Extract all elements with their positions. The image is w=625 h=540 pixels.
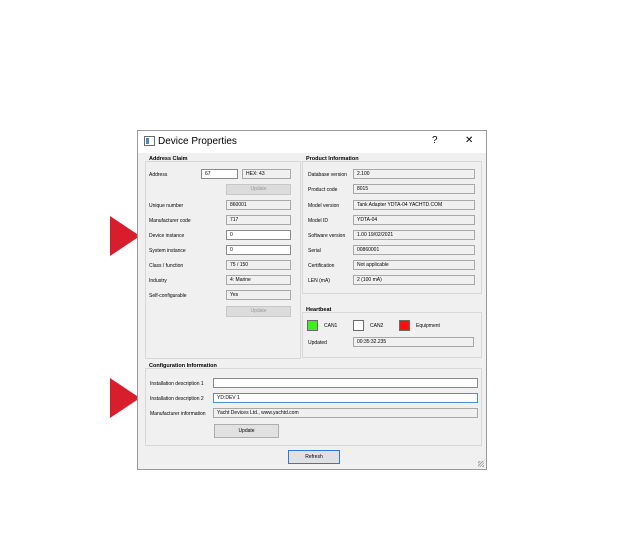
can2-indicator [353, 320, 364, 331]
installation-description-2-label: Installation description 2 [150, 396, 204, 402]
system-instance-label: System instance [149, 248, 186, 254]
software-version-label: Software version [308, 233, 346, 239]
address-input[interactable]: 67 [201, 169, 238, 179]
window-icon [144, 136, 155, 146]
device-properties-dialog: Device Properties ? ✕ Address Claim Addr… [137, 130, 487, 470]
unique-number-field: 860001 [226, 200, 291, 210]
heartbeat-updated-label: Updated [308, 340, 327, 346]
heartbeat-group [302, 312, 482, 358]
software-version-field: 1.00 19/02/2021 [353, 230, 475, 240]
industry-field: 4: Marine [226, 275, 291, 285]
serial-label: Serial [308, 248, 321, 254]
model-version-label: Model version [308, 203, 340, 209]
refresh-button[interactable]: Refresh [288, 450, 340, 464]
configuration-information-title: Configuration Information [149, 363, 217, 369]
class-function-field: 75 / 150 [226, 260, 291, 270]
device-instance-input[interactable]: 0 [226, 230, 291, 240]
self-configurable-field: Yes [226, 290, 291, 300]
model-id-field: YDTA-04 [353, 215, 475, 225]
device-instance-label: Device instance [149, 233, 185, 239]
can2-label: CAN2 [370, 323, 384, 329]
serial-field: 00860001 [353, 245, 475, 255]
help-button[interactable]: ? [432, 135, 438, 146]
industry-label: Industry [149, 278, 167, 284]
manufacturer-information-field: Yacht Devices Ltd., www.yachtd.com [213, 408, 478, 418]
product-code-field: 8015 [353, 184, 475, 194]
equipment-label: Equipment [416, 323, 440, 329]
heartbeat-updated-field: 00:35:32.235 [353, 337, 474, 347]
certification-label: Certification [308, 263, 335, 269]
equipment-indicator [399, 320, 410, 331]
manufacturer-code-label: Manufacturer code [149, 218, 191, 224]
unique-number-label: Unique number [149, 203, 184, 209]
can1-indicator [307, 320, 318, 331]
installation-description-1-input[interactable] [213, 378, 478, 388]
address-claim-title: Address Claim [149, 156, 188, 162]
product-information-title: Product Information [306, 156, 359, 162]
certification-field: Not applicable [353, 260, 475, 270]
installation-description-2-input[interactable]: YD:DEV 1 [213, 393, 478, 403]
system-instance-input[interactable]: 0 [226, 245, 291, 255]
close-icon[interactable]: ✕ [465, 135, 473, 146]
len-label: LEN (mA) [308, 278, 330, 284]
len-field: 2 (100 mA) [353, 275, 475, 285]
can1-label: CAN1 [324, 323, 338, 329]
annotation-arrow-installation-description-2 [110, 378, 140, 418]
window-title: Device Properties [158, 136, 237, 147]
model-version-field: Tank Adapter YDTA-04 YACHTD.COM [353, 200, 475, 210]
address-label: Address [149, 172, 168, 178]
installation-description-1-label: Installation description 1 [150, 381, 204, 387]
heartbeat-title: Heartbeat [306, 307, 332, 313]
manufacturer-code-field: 717 [226, 215, 291, 225]
address-update-button[interactable]: Update [226, 184, 291, 195]
address-claim-update-button[interactable]: Update [226, 306, 291, 317]
class-function-label: Class / function [149, 263, 184, 269]
resize-grip[interactable] [478, 461, 484, 467]
database-version-label: Database version [308, 172, 347, 178]
annotation-arrow-device-instance [110, 216, 140, 256]
self-configurable-label: Self-configurable [149, 293, 187, 299]
database-version-field: 2.100 [353, 169, 475, 179]
hex-field: HEX: 43 [242, 169, 291, 179]
configuration-update-button[interactable]: Update [214, 424, 279, 438]
title-bar: Device Properties ? ✕ [138, 131, 486, 153]
model-id-label: Model ID [308, 218, 329, 224]
manufacturer-information-label: Manufacturer information [150, 411, 206, 417]
product-code-label: Product code [308, 187, 338, 193]
